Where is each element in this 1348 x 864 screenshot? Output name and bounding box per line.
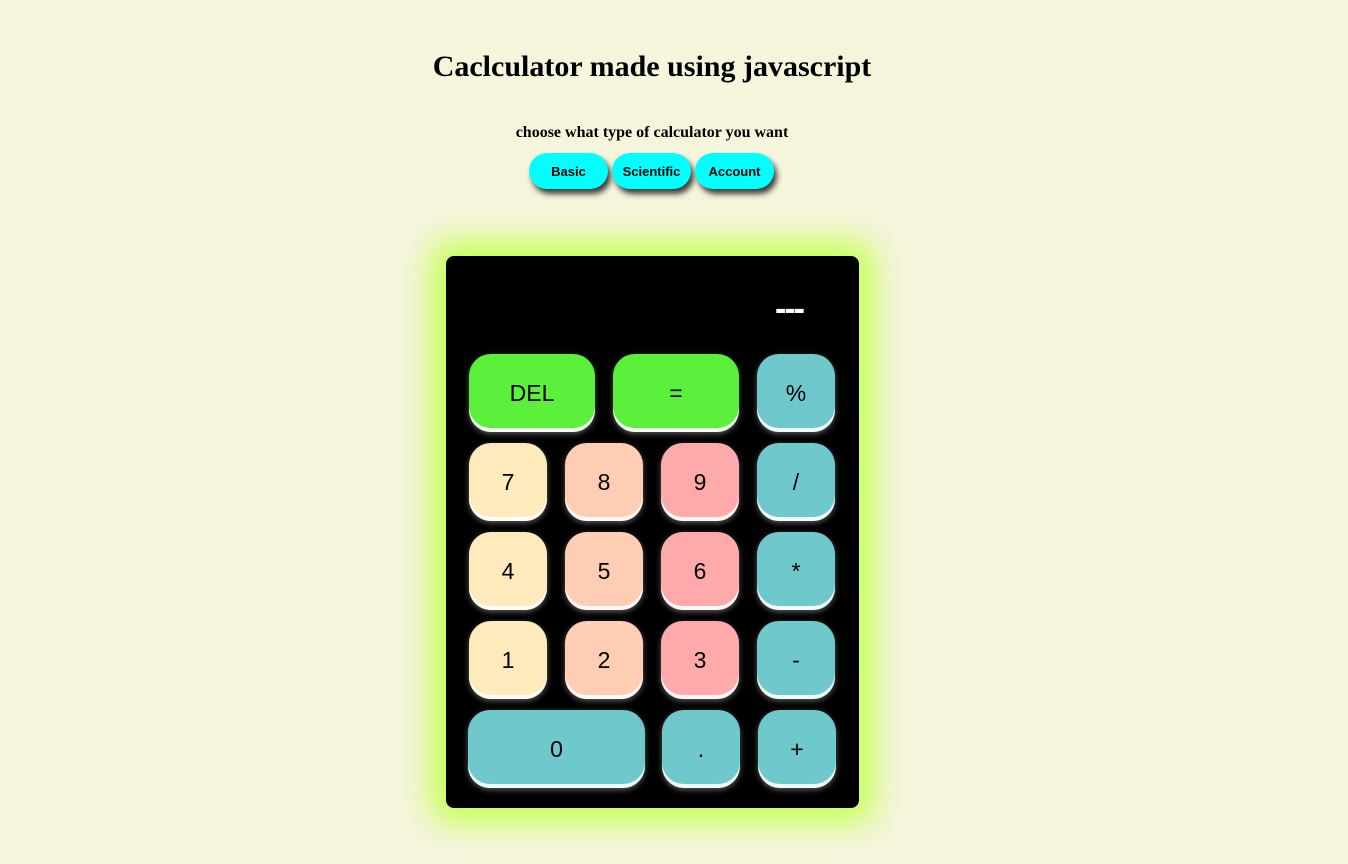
account-button[interactable]: Account bbox=[695, 153, 774, 189]
multiply-button[interactable]: * bbox=[757, 532, 835, 610]
subtract-button[interactable]: - bbox=[757, 621, 835, 699]
digit-6-button[interactable]: 6 bbox=[661, 532, 739, 610]
calculator-type-selector: Basic Scientific Account bbox=[529, 153, 774, 189]
page-title: Caclculator made using javascript bbox=[432, 50, 872, 83]
digit-4-button[interactable]: 4 bbox=[469, 532, 547, 610]
digit-9-button[interactable]: 9 bbox=[661, 443, 739, 521]
digit-0-button[interactable]: 0 bbox=[468, 710, 645, 788]
digit-1-button[interactable]: 1 bbox=[469, 621, 547, 699]
digit-2-button[interactable]: 2 bbox=[565, 621, 643, 699]
digit-8-button[interactable]: 8 bbox=[565, 443, 643, 521]
calculator-type-prompt: choose what type of calculator you want bbox=[515, 124, 789, 141]
percent-button[interactable]: % bbox=[757, 354, 835, 432]
calculator: --- DEL = % 7 8 9 / 4 5 6 * 1 2 3 - 0 . … bbox=[446, 256, 859, 808]
divide-button[interactable]: / bbox=[757, 443, 835, 521]
digit-3-button[interactable]: 3 bbox=[661, 621, 739, 699]
calculator-display: --- bbox=[775, 290, 805, 328]
equals-button[interactable]: = bbox=[613, 354, 739, 432]
delete-button[interactable]: DEL bbox=[469, 354, 595, 432]
scientific-button[interactable]: Scientific bbox=[612, 153, 691, 189]
digit-5-button[interactable]: 5 bbox=[565, 532, 643, 610]
decimal-point-button[interactable]: . bbox=[662, 710, 740, 788]
digit-7-button[interactable]: 7 bbox=[469, 443, 547, 521]
add-button[interactable]: + bbox=[758, 710, 836, 788]
basic-button[interactable]: Basic bbox=[529, 153, 608, 189]
